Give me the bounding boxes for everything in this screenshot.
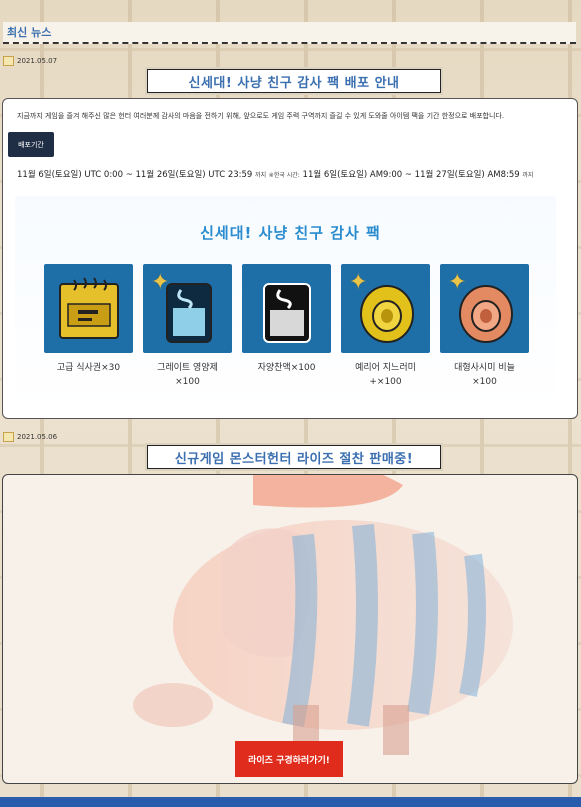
item-label: 예리어 지느러미 +×100 (355, 363, 416, 387)
news-intro: 지금까지 게임을 즐겨 해주신 많은 헌터 여러분께 감사의 마음을 전하기 위… (17, 112, 505, 120)
section-header: 최신 뉴스 (3, 22, 576, 44)
item-label: 고급 식사권×30 (56, 363, 121, 373)
calendar-icon (3, 432, 14, 442)
sparkle-icon: ✦ (349, 270, 368, 295)
news-date-text: 2021.05.07 (17, 57, 58, 65)
period-note-end: 까지 (522, 172, 534, 179)
badge-label: 배포기간 (18, 140, 44, 149)
period-kst-label: ※한국 시간: (268, 172, 300, 179)
calendar-icon (3, 56, 14, 66)
item-label: 자양찬액×100 (257, 363, 316, 373)
nutrient-bottle-icon: ✦ (143, 264, 232, 353)
news-date: 2021.05.07 (3, 56, 57, 66)
cta-label: 라이즈 구경하러가기! (248, 755, 330, 766)
fin-coin-icon: ✦ (341, 264, 430, 353)
meal-ticket-icon (44, 264, 133, 353)
scale-coin-icon: ✦ (440, 264, 529, 353)
news-date-text: 2021.05.06 (17, 433, 58, 441)
section-title: 최신 뉴스 (7, 26, 52, 39)
banner-title: 신세대! 사냥 친구 감사 팩 (200, 224, 381, 242)
period-note: 까지 (255, 172, 267, 179)
news-title[interactable]: 신세대! 사냥 친구 감사 팩 배포 안내 (147, 69, 441, 93)
pig-mascot-image (133, 475, 513, 755)
news-title-text: 신규게임 몬스터헌터 라이즈 절찬 판매중! (174, 451, 414, 467)
sparkle-icon: ✦ (151, 270, 170, 295)
tonic-bottle-icon (242, 264, 331, 353)
rise-shop-button[interactable]: 라이즈 구경하러가기! (235, 741, 343, 777)
news-title[interactable]: 신규게임 몬스터헌터 라이즈 절찬 판매중! (147, 445, 441, 469)
item-label: 그레이트 영양제 ×100 (157, 363, 218, 387)
footer-bar (0, 797, 581, 807)
item-label: 대형사시미 비늘 ×100 (454, 363, 515, 387)
distribution-period-badge: 배포기간 (8, 132, 54, 157)
period-kst: 11월 6일(토요일) AM9:00 ~ 11월 27일(토요일) AM8:59 (302, 170, 520, 180)
news-date: 2021.05.06 (3, 432, 57, 442)
distribution-period: 11월 6일(토요일) UTC 0:00 ~ 11월 26일(토요일) UTC … (17, 168, 533, 180)
promo-image-card (2, 474, 578, 784)
period-utc: 11월 6일(토요일) UTC 0:00 ~ 11월 26일(토요일) UTC … (17, 170, 253, 180)
news-title-text: 신세대! 사냥 친구 감사 팩 배포 안내 (188, 75, 400, 91)
sparkle-icon: ✦ (448, 270, 467, 295)
